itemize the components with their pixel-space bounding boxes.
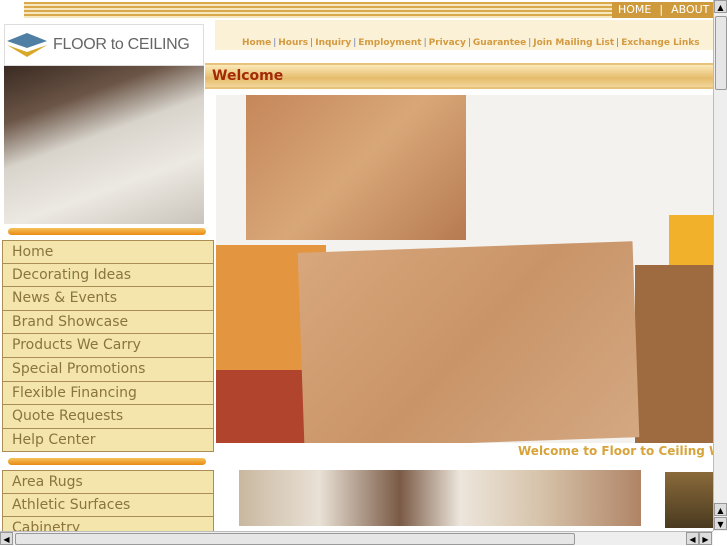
menu-item[interactable]: Brand Showcase (2, 310, 214, 335)
vertical-scroll-thumb[interactable] (715, 16, 727, 90)
hero-image (216, 95, 713, 443)
nav-link[interactable]: Guarantee (473, 38, 526, 48)
nav-link[interactable]: Hours (278, 38, 308, 48)
menu-item[interactable]: Athletic Surfaces (2, 493, 214, 518)
top-link-home[interactable]: HOME (618, 3, 651, 16)
scroll-right-icon[interactable]: ▶ (699, 532, 712, 545)
main-menu: Home Decorating Ideas News & Events Brand S… (2, 240, 214, 453)
menu-item[interactable]: Flexible Financing (2, 381, 214, 406)
scroll-left-icon[interactable]: ◀ (686, 532, 699, 545)
nav-link[interactable]: Home (242, 38, 271, 48)
nav-separator: | (353, 38, 357, 48)
nav-link[interactable]: Employment (358, 38, 421, 48)
divider-pill (8, 228, 206, 235)
menu-item[interactable]: Quote Requests (2, 405, 214, 429)
scroll-left-icon[interactable]: ◀ (0, 532, 13, 545)
section-header: Welcome (205, 63, 713, 89)
nav-link[interactable]: Exchange Links (621, 38, 699, 48)
menu-item[interactable]: Special Promotions (2, 357, 214, 382)
nav-separator: | (616, 38, 620, 48)
logo-diamond-icon (7, 33, 47, 57)
divider-pill (8, 458, 206, 465)
nav-link[interactable]: Privacy (429, 38, 466, 48)
horizontal-scroll-thumb[interactable] (15, 533, 575, 545)
logo-text: FLOOR to CEILING (53, 36, 190, 53)
menu-item[interactable]: Products We Carry (2, 334, 214, 358)
nav-separator: | (423, 38, 427, 48)
welcome-caption: Welcome to Floor to Ceiling Wil (518, 444, 713, 458)
kids-photo (4, 66, 204, 224)
nav-separator: | (310, 38, 314, 48)
section-title: Welcome (212, 68, 284, 84)
menu-item[interactable]: Decorating Ideas (2, 263, 214, 288)
lifestyle-photo-strip (239, 470, 641, 526)
menu-item[interactable]: Help Center (2, 428, 214, 453)
horizontal-scrollbar[interactable]: ◀ ◀ ▶ (0, 531, 713, 545)
nav-link[interactable]: Inquiry (315, 38, 351, 48)
scroll-down-icon[interactable]: ▼ (714, 517, 727, 530)
nav-separator: | (467, 38, 471, 48)
top-links: HOME | ABOUT US (612, 2, 715, 18)
nav-link[interactable]: Join Mailing List (533, 38, 614, 48)
menu-item[interactable]: Home (2, 240, 214, 264)
separator: | (659, 3, 664, 16)
scroll-up-icon[interactable]: ▲ (714, 503, 727, 516)
vertical-scrollbar[interactable]: ▲ ▲ ▼ (713, 0, 727, 531)
nav-separator: | (273, 38, 277, 48)
header-stripes (24, 2, 612, 18)
scroll-up-icon[interactable]: ▲ (714, 0, 727, 13)
logo[interactable]: FLOOR to CEILING (4, 24, 204, 66)
menu-item[interactable]: Area Rugs (2, 470, 214, 494)
top-nav: Home | Hours | Inquiry | Employment | Privacy | Gu… (242, 38, 700, 48)
kitchen-photo (665, 472, 713, 528)
nav-separator: | (528, 38, 532, 48)
menu-item[interactable]: News & Events (2, 287, 214, 311)
top-link-about[interactable]: ABOUT US (671, 3, 715, 16)
